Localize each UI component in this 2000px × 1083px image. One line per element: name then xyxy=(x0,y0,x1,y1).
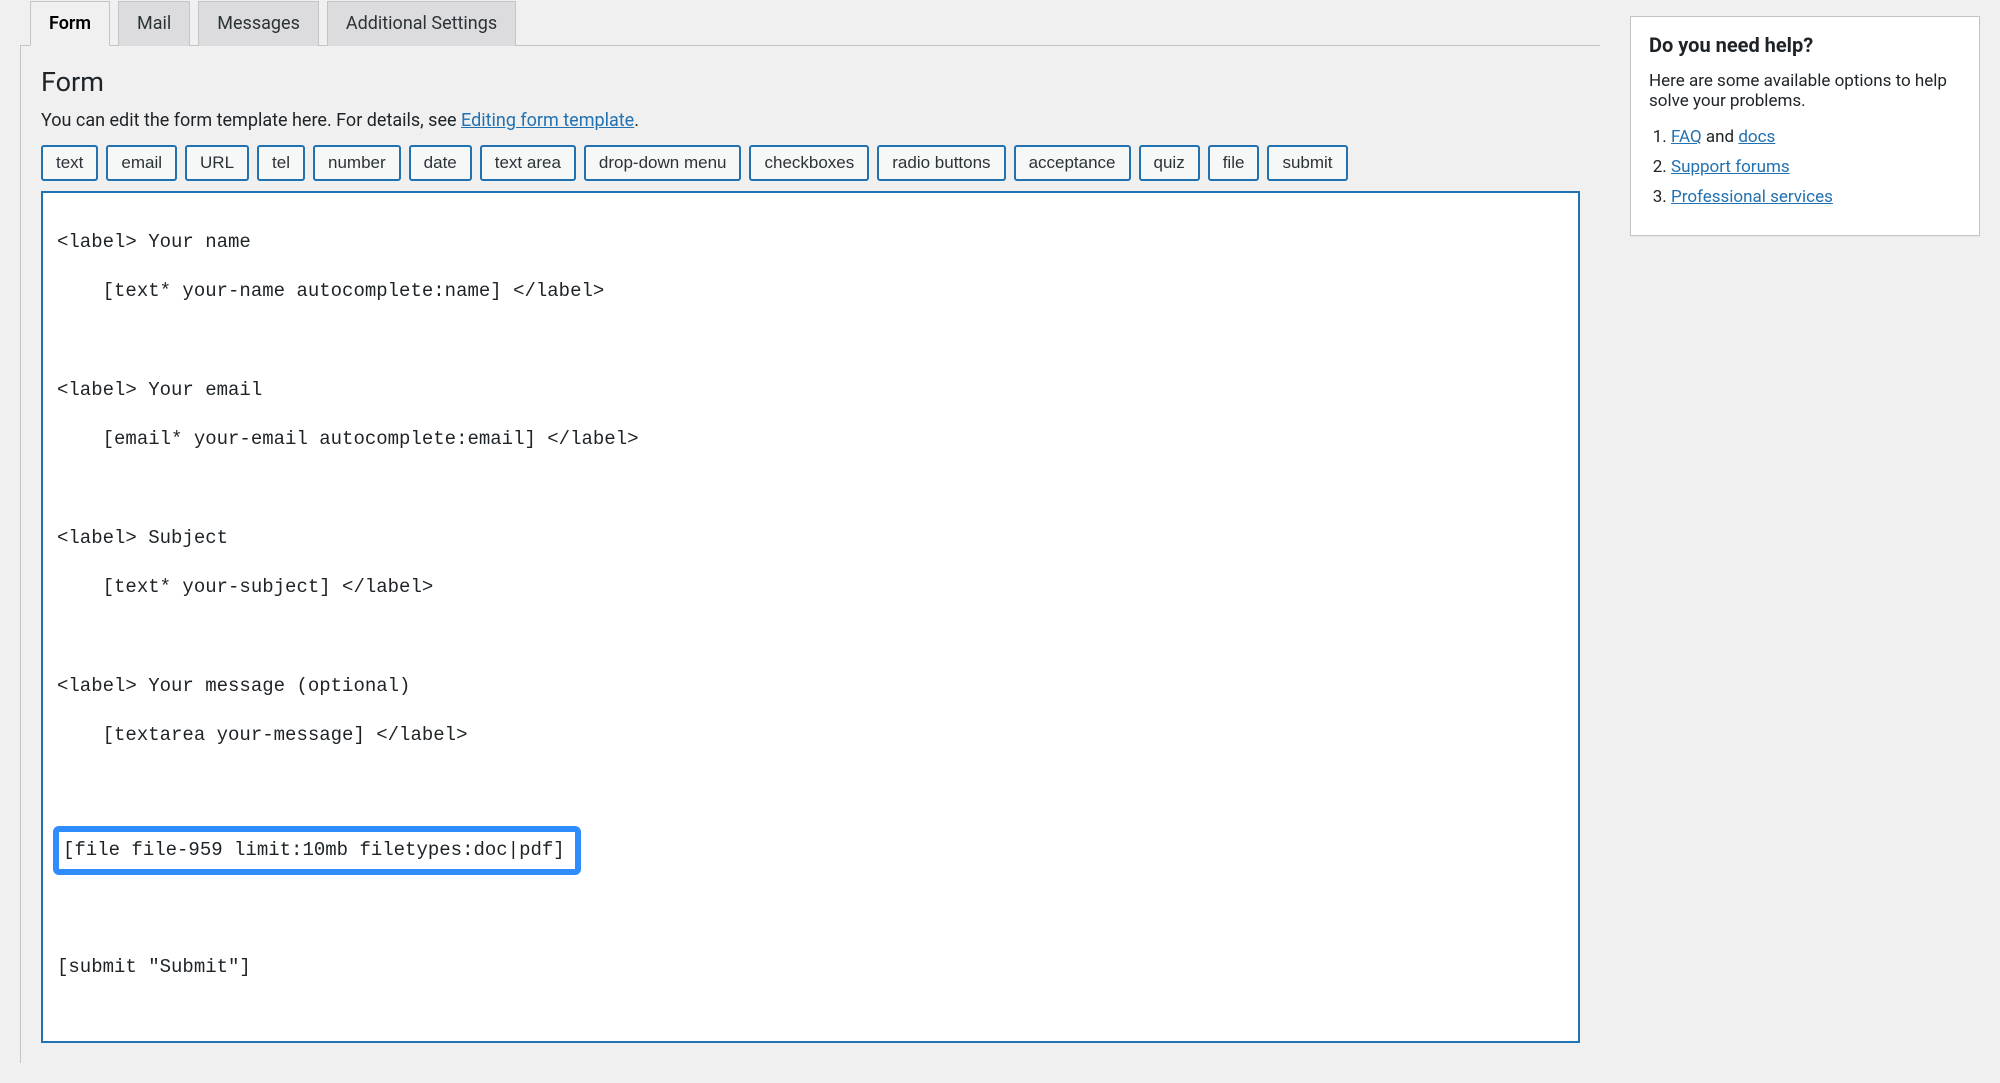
form-template-editor[interactable]: <label> Your name [text* your-name autoc… xyxy=(41,191,1580,1043)
code-line: [textarea your-message] </label> xyxy=(57,723,1564,748)
tag-btn-url[interactable]: URL xyxy=(185,145,249,181)
form-panel: Form You can edit the form template here… xyxy=(20,45,1600,1063)
code-line: <label> Your email xyxy=(57,378,1564,403)
help-box: Do you need help? Here are some availabl… xyxy=(1630,16,1980,236)
link-editing-form-template[interactable]: Editing form template xyxy=(461,110,634,131)
tag-btn-email[interactable]: email xyxy=(106,145,177,181)
code-line: <label> Subject xyxy=(57,526,1564,551)
tag-btn-text[interactable]: text xyxy=(41,145,98,181)
tag-btn-tel[interactable]: tel xyxy=(257,145,305,181)
tag-btn-radio[interactable]: radio buttons xyxy=(877,145,1005,181)
editor-tabs: Form Mail Messages Additional Settings xyxy=(20,0,1600,45)
link-faq[interactable]: FAQ xyxy=(1671,127,1702,147)
tag-btn-submit[interactable]: submit xyxy=(1267,145,1347,181)
desc-suffix: . xyxy=(634,110,639,131)
tag-btn-number[interactable]: number xyxy=(313,145,401,181)
sidebar: Do you need help? Here are some availabl… xyxy=(1630,16,1980,236)
tag-btn-acceptance[interactable]: acceptance xyxy=(1014,145,1131,181)
help-list: FAQ and docs Support forums Professional… xyxy=(1671,127,1961,207)
link-docs[interactable]: docs xyxy=(1738,127,1775,147)
tag-btn-file[interactable]: file xyxy=(1208,145,1260,181)
code-line-highlighted: [file file-959 limit:10mb filetypes:doc|… xyxy=(57,822,1564,881)
tab-additional-settings[interactable]: Additional Settings xyxy=(327,1,516,46)
tag-btn-quiz[interactable]: quiz xyxy=(1139,145,1200,181)
code-line: [text* your-subject] </label> xyxy=(57,575,1564,600)
code-line xyxy=(57,477,1564,502)
code-line: [submit "Submit"] xyxy=(57,955,1564,980)
link-professional-services[interactable]: Professional services xyxy=(1671,187,1833,207)
code-line xyxy=(57,773,1564,798)
desc-prefix: You can edit the form template here. For… xyxy=(41,110,461,131)
code-line: <label> Your message (optional) xyxy=(57,674,1564,699)
help-intro: Here are some available options to help … xyxy=(1649,71,1961,111)
tab-mail[interactable]: Mail xyxy=(118,1,190,46)
code-line xyxy=(57,625,1564,650)
tag-generator-buttons: text email URL tel number date text area… xyxy=(41,145,1580,181)
help-item-professional-services: Professional services xyxy=(1671,187,1961,207)
tag-btn-checkboxes[interactable]: checkboxes xyxy=(749,145,869,181)
help-title: Do you need help? xyxy=(1649,33,1961,57)
section-title: Form xyxy=(41,66,1580,98)
tab-messages[interactable]: Messages xyxy=(198,1,319,46)
tag-btn-date[interactable]: date xyxy=(409,145,472,181)
code-line: [text* your-name autocomplete:name] </la… xyxy=(57,279,1564,304)
tab-form[interactable]: Form xyxy=(30,1,110,46)
link-support-forums[interactable]: Support forums xyxy=(1671,157,1790,177)
tag-btn-dropdown[interactable]: drop-down menu xyxy=(584,145,742,181)
help-item-sep: and xyxy=(1702,127,1739,147)
code-line xyxy=(57,328,1564,353)
code-line xyxy=(57,906,1564,931)
tag-btn-textarea[interactable]: text area xyxy=(480,145,576,181)
code-line: [email* your-email autocomplete:email] <… xyxy=(57,427,1564,452)
section-description: You can edit the form template here. For… xyxy=(41,110,1580,131)
help-item-faq-docs: FAQ and docs xyxy=(1671,127,1961,147)
code-line: <label> Your name xyxy=(57,230,1564,255)
help-item-support-forums: Support forums xyxy=(1671,157,1961,177)
